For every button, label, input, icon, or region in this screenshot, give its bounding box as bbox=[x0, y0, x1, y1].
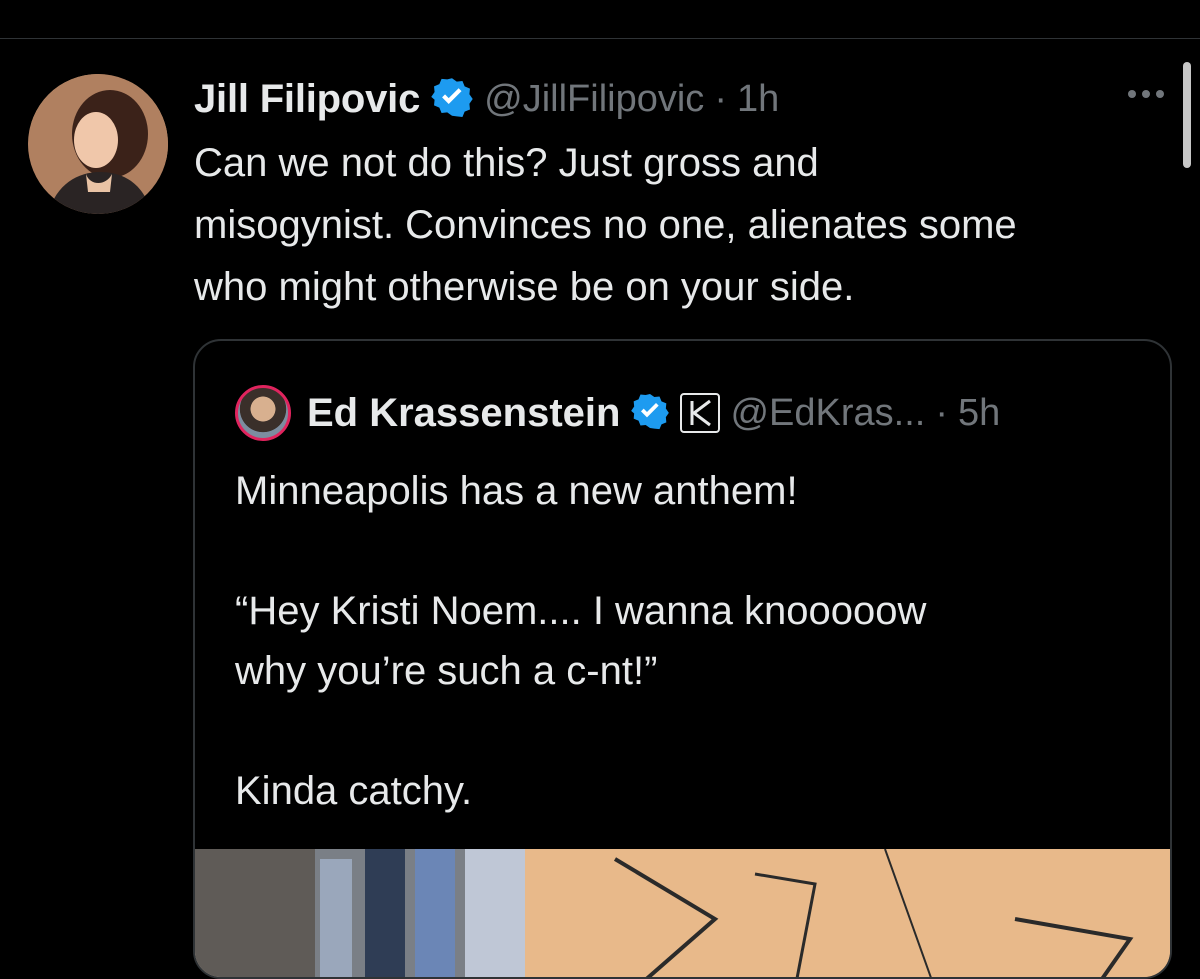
top-divider bbox=[0, 38, 1200, 39]
quote-time[interactable]: 5h bbox=[958, 392, 1000, 435]
scrollbar-thumb[interactable] bbox=[1183, 62, 1191, 168]
quote-media-thumbnail[interactable] bbox=[195, 849, 1170, 977]
author-handle[interactable]: @JillFilipovic bbox=[484, 78, 704, 121]
meta-separator: · bbox=[714, 77, 727, 120]
quote-author-handle[interactable]: @EdKras... bbox=[730, 392, 925, 435]
author-name[interactable]: Jill Filipovic bbox=[194, 77, 420, 122]
affiliate-k-badge-icon bbox=[680, 393, 721, 433]
quoted-tweet-card[interactable]: Ed Krassenstein @EdKras... · 5h Minneapo… bbox=[193, 339, 1172, 979]
tweet-header: Jill Filipovic @JillFilipovic · 1h bbox=[194, 76, 779, 122]
quote-author-avatar[interactable] bbox=[235, 385, 291, 441]
quote-author-name[interactable]: Ed Krassenstein bbox=[307, 391, 620, 436]
author-avatar[interactable] bbox=[28, 74, 168, 214]
quote-header: Ed Krassenstein @EdKras... · 5h bbox=[235, 385, 1000, 441]
more-horizontal-icon bbox=[1126, 87, 1166, 105]
quote-text: Minneapolis has a new anthem! “Hey Krist… bbox=[235, 469, 927, 813]
more-options-button[interactable] bbox=[1122, 76, 1170, 116]
quote-meta-separator: · bbox=[935, 391, 948, 434]
verified-badge-icon bbox=[630, 391, 670, 436]
verified-badge-icon bbox=[430, 75, 474, 124]
tweet-time[interactable]: 1h bbox=[737, 78, 779, 121]
tweet-text: Can we not do this? Just gross and misog… bbox=[194, 141, 1017, 309]
